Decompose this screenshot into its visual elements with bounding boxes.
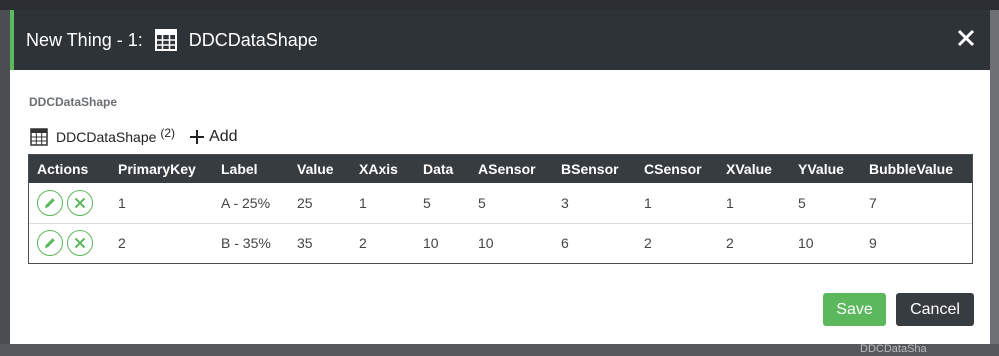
column-header-label[interactable]: Label [213,155,289,183]
cell-csensor: 2 [644,235,652,252]
grid-name: DDCDataShape [56,129,157,145]
grid-toolbar: DDCDataShape (2) Add [30,126,238,147]
background-fragment: DDCDataSha [860,343,927,355]
cell-primarykey: 1 [118,194,126,211]
cell-label: A - 25% [221,194,271,211]
cell-xvalue: 1 [726,194,734,211]
row-actions [29,183,110,223]
data-grid: Actions PrimaryKey Label Value XAxis Dat… [28,154,973,264]
add-label: Add [209,128,238,145]
column-header-actions[interactable]: Actions [29,155,110,183]
cell-csensor: 1 [644,194,652,211]
table-icon [154,29,177,51]
table-row[interactable]: 1 A - 25% 25 1 5 5 3 1 1 5 7 [29,183,972,223]
plus-icon [190,130,205,144]
cell-yvalue: 5 [798,194,806,211]
background-app-left [0,10,10,356]
column-header-data[interactable]: Data [415,155,470,183]
cell-bsensor: 6 [561,235,569,252]
delete-row-button[interactable] [67,189,93,216]
save-button[interactable]: Save [823,293,886,326]
cell-yvalue: 10 [798,235,814,252]
close-icon [74,197,86,208]
edit-row-button[interactable] [37,230,63,257]
cell-xvalue: 2 [726,235,734,252]
cell-xaxis: 2 [359,235,367,252]
grid-header-row: Actions PrimaryKey Label Value XAxis Dat… [29,155,972,183]
background-app-right [990,10,999,356]
cell-asensor: 5 [478,194,486,211]
cell-data: 5 [423,194,431,211]
section-title: DDCDataShape [29,95,118,109]
cell-label: B - 35% [221,235,271,252]
column-header-bubblevalue[interactable]: BubbleValue [861,155,972,183]
new-thing-modal: New Thing - 1: DDCDataShape DDCDataShape… [10,10,990,344]
table-icon [30,128,48,146]
background-app-header [0,0,999,10]
grid-count: (2) [160,126,176,140]
row-actions [29,223,110,263]
cell-value: 25 [297,194,313,211]
cell-primarykey: 2 [118,235,126,252]
add-row-button[interactable]: Add [189,128,238,146]
cell-data: 10 [423,235,439,252]
column-header-xvalue[interactable]: XValue [718,155,790,183]
modal-title: New Thing - 1: [26,29,143,50]
column-header-yvalue[interactable]: YValue [790,155,861,183]
background-app-bottom: DDCDataSha [0,343,999,356]
cell-bsensor: 3 [561,194,569,211]
close-icon [74,238,86,249]
column-header-asensor[interactable]: ASensor [470,155,553,183]
cell-bubblevalue: 7 [869,194,877,211]
column-header-xaxis[interactable]: XAxis [351,155,415,183]
pencil-icon [45,238,55,249]
cell-value: 35 [297,235,313,252]
delete-row-button[interactable] [67,230,93,257]
column-header-value[interactable]: Value [289,155,351,183]
cell-asensor: 10 [478,235,494,252]
pencil-icon [45,197,55,208]
modal-thing-name: DDCDataShape [188,29,318,50]
modal-header: New Thing - 1: DDCDataShape [10,10,990,70]
column-header-primarykey[interactable]: PrimaryKey [110,155,213,183]
column-header-bsensor[interactable]: BSensor [553,155,636,183]
cell-xaxis: 1 [359,194,367,211]
close-icon[interactable] [956,28,976,48]
table-row[interactable]: 2 B - 35% 35 2 10 10 6 2 2 10 9 [29,223,972,263]
column-header-csensor[interactable]: CSensor [636,155,718,183]
cell-bubblevalue: 9 [869,235,877,252]
cancel-button[interactable]: Cancel [896,293,974,326]
edit-row-button[interactable] [37,189,63,216]
